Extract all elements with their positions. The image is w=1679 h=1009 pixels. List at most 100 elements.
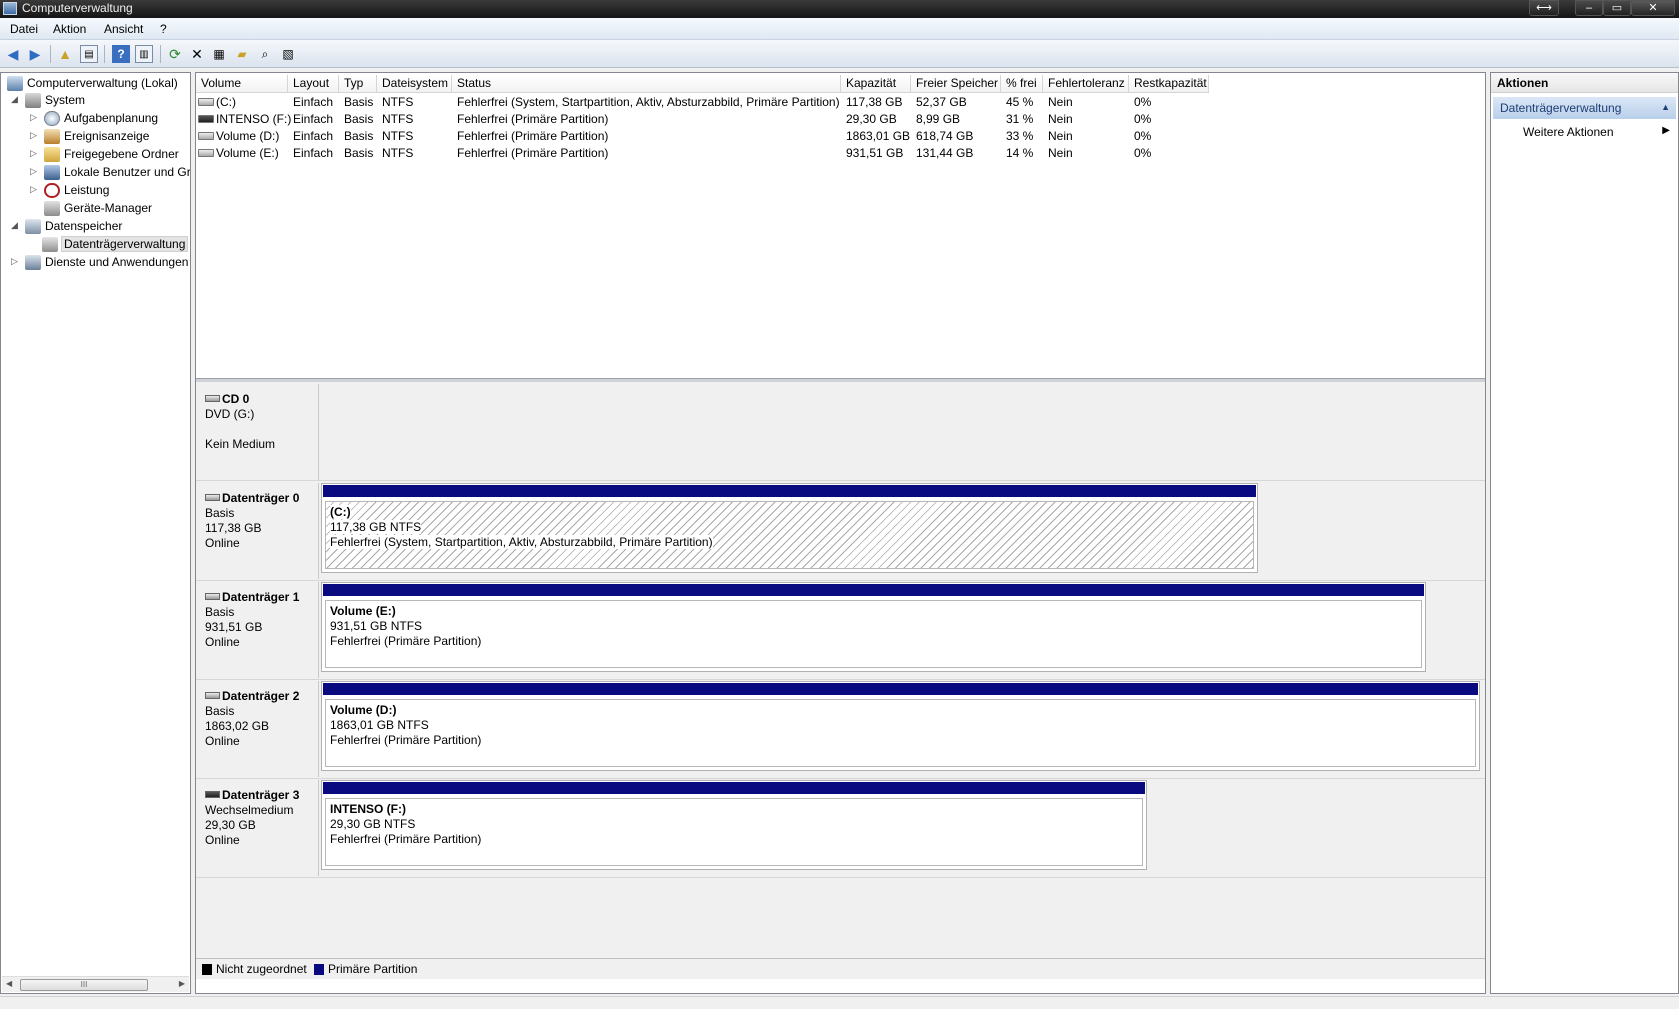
expand-arrow-icon[interactable]: ▷ bbox=[30, 166, 40, 177]
menu-datei[interactable]: Datei bbox=[10, 22, 38, 36]
column-header-fehlertoleranz[interactable]: Fehlertoleranz bbox=[1043, 75, 1129, 93]
removable-drive-icon bbox=[198, 115, 214, 123]
clock-icon bbox=[44, 111, 60, 126]
layout-cell: Einfach bbox=[293, 129, 334, 143]
scroll-left-icon[interactable]: ◀ bbox=[6, 979, 12, 988]
properties-icon[interactable]: ▦ bbox=[210, 45, 228, 63]
collapse-arrow-icon[interactable]: ◢ bbox=[11, 220, 21, 231]
expand-arrow-icon[interactable]: ▷ bbox=[11, 256, 21, 267]
actions-pane: Aktionen Datenträgerverwaltung ▲ Weitere… bbox=[1490, 72, 1679, 994]
collapse-arrow-icon[interactable]: ◢ bbox=[11, 94, 21, 105]
menu-ansicht[interactable]: Ansicht bbox=[104, 22, 143, 36]
maximize-button[interactable]: ▭ bbox=[1603, 0, 1631, 16]
free-space-cell: 131,44 GB bbox=[916, 146, 974, 160]
show-hide-action-pane-icon[interactable]: ▥ bbox=[135, 45, 153, 63]
column-header-dateisystem[interactable]: Dateisystem bbox=[377, 75, 452, 93]
primary-partition-bar bbox=[323, 782, 1145, 794]
menu-help[interactable]: ? bbox=[160, 22, 167, 36]
disk-graphical-view: CD 0 DVD (G:) Kein Medium Datenträger 0 … bbox=[196, 382, 1485, 958]
partition-e[interactable]: Volume (E:) 931,51 GB NTFS Fehlerfrei (P… bbox=[321, 582, 1426, 672]
overhead-cell: 0% bbox=[1134, 95, 1152, 109]
partition-c[interactable]: (C:) 117,38 GB NTFS Fehlerfrei (System, … bbox=[321, 483, 1258, 573]
expand-arrow-icon[interactable]: ▷ bbox=[30, 184, 40, 195]
legend-swatch-primary bbox=[314, 964, 324, 975]
menu-aktion[interactable]: Aktion bbox=[53, 22, 86, 36]
refresh-icon[interactable]: ⟳ bbox=[166, 45, 184, 63]
scroll-right-icon[interactable]: ▶ bbox=[179, 979, 185, 988]
swap-window-button[interactable]: ⟷ bbox=[1529, 0, 1559, 16]
percent-free-cell: 31 % bbox=[1006, 112, 1034, 126]
services-icon bbox=[25, 255, 41, 270]
type-cell: Basis bbox=[344, 112, 374, 126]
settings-list-icon[interactable]: ▧ bbox=[279, 45, 297, 63]
column-header-prozent-frei[interactable]: % frei bbox=[1001, 75, 1043, 93]
expand-arrow-icon[interactable]: ▷ bbox=[30, 130, 40, 141]
type-cell: Basis bbox=[344, 95, 374, 109]
disk-label[interactable]: Datenträger 0 Basis 117,38 GB Online bbox=[196, 483, 319, 579]
hard-disk-icon bbox=[205, 692, 220, 699]
disk-row-3[interactable]: Datenträger 3 Wechselmedium 29,30 GB Onl… bbox=[196, 780, 1485, 876]
disk-label[interactable]: Datenträger 1 Basis 931,51 GB Online bbox=[196, 582, 319, 678]
column-header-layout[interactable]: Layout bbox=[288, 75, 339, 93]
close-button[interactable]: ✕ bbox=[1631, 0, 1675, 16]
help-icon[interactable]: ? bbox=[112, 45, 130, 63]
actions-title: Aktionen bbox=[1491, 73, 1678, 93]
primary-partition-bar bbox=[323, 584, 1424, 596]
hard-drive-icon bbox=[198, 132, 214, 140]
delete-icon[interactable]: ✕ bbox=[188, 45, 206, 63]
show-hide-tree-icon[interactable]: ▤ bbox=[80, 45, 98, 63]
title-bar: Computerverwaltung ⟷ – ▭ ✕ bbox=[0, 0, 1679, 18]
submenu-arrow-icon[interactable]: ▶ bbox=[1662, 125, 1670, 136]
primary-partition-bar bbox=[323, 683, 1478, 695]
row-separator bbox=[196, 679, 1485, 680]
collapse-up-icon[interactable]: ▲ bbox=[1661, 102, 1670, 112]
back-arrow-icon[interactable]: ◀ bbox=[4, 45, 22, 63]
free-space-cell: 8,99 GB bbox=[916, 112, 961, 126]
status-cell: Fehlerfrei (Primäre Partition) bbox=[457, 146, 609, 160]
horizontal-scrollbar[interactable]: ◀ III ▶ bbox=[2, 976, 189, 992]
partition-f[interactable]: INTENSO (F:) 29,30 GB NTFS Fehlerfrei (P… bbox=[321, 780, 1147, 870]
disk-row-2[interactable]: Datenträger 2 Basis 1863,02 GB Online Vo… bbox=[196, 681, 1485, 777]
more-actions-item[interactable]: Weitere Aktionen bbox=[1523, 125, 1614, 139]
row-separator bbox=[196, 580, 1485, 581]
column-header-volume[interactable]: Volume bbox=[196, 75, 288, 93]
free-space-cell: 618,74 GB bbox=[916, 129, 974, 143]
expand-arrow-icon[interactable]: ▷ bbox=[30, 148, 40, 159]
volume-list: Volume Layout Typ Dateisystem Status Kap… bbox=[196, 73, 1485, 378]
disk-row-cd0[interactable]: CD 0 DVD (G:) Kein Medium bbox=[196, 384, 1485, 480]
column-header-kapazitaet[interactable]: Kapazität bbox=[841, 75, 911, 93]
legend-swatch-unallocated bbox=[202, 964, 212, 975]
fault-tolerance-cell: Nein bbox=[1048, 146, 1073, 160]
status-cell: Fehlerfrei (Primäre Partition) bbox=[457, 112, 609, 126]
column-header-typ[interactable]: Typ bbox=[339, 75, 377, 93]
column-header-restkapazitaet[interactable]: Restkapazität bbox=[1129, 75, 1209, 93]
scrollbar-thumb[interactable]: III bbox=[20, 979, 148, 991]
column-header-status[interactable]: Status bbox=[452, 75, 841, 93]
legend: Nicht zugeordnet Primäre Partition bbox=[196, 958, 1485, 979]
column-header-freier-speicher[interactable]: Freier Speicher bbox=[911, 75, 1001, 93]
disk-label[interactable]: Datenträger 3 Wechselmedium 29,30 GB Onl… bbox=[196, 780, 319, 876]
filesystem-cell: NTFS bbox=[382, 146, 414, 160]
type-cell: Basis bbox=[344, 146, 374, 160]
disk-label[interactable]: CD 0 DVD (G:) Kein Medium bbox=[196, 384, 319, 480]
toolbar-separator bbox=[104, 45, 105, 63]
up-folder-icon[interactable]: ▲ bbox=[56, 45, 74, 63]
expand-arrow-icon[interactable]: ▷ bbox=[30, 112, 40, 123]
status-cell: Fehlerfrei (Primäre Partition) bbox=[457, 129, 609, 143]
status-bar bbox=[0, 996, 1679, 1009]
window-title: Computerverwaltung bbox=[22, 1, 133, 15]
actions-section-header[interactable]: Datenträgerverwaltung ▲ bbox=[1493, 97, 1676, 119]
search-icon[interactable]: ⌕ bbox=[256, 45, 274, 63]
filesystem-cell: NTFS bbox=[382, 112, 414, 126]
minimize-button[interactable]: – bbox=[1575, 0, 1603, 16]
disk-row-0[interactable]: Datenträger 0 Basis 117,38 GB Online (C:… bbox=[196, 483, 1485, 579]
status-cell: Fehlerfrei (System, Startpartition, Akti… bbox=[457, 95, 840, 109]
overhead-cell: 0% bbox=[1134, 129, 1152, 143]
forward-arrow-icon[interactable]: ▶ bbox=[26, 45, 44, 63]
capacity-cell: 117,38 GB bbox=[846, 95, 903, 109]
partition-d[interactable]: Volume (D:) 1863,01 GB NTFS Fehlerfrei (… bbox=[321, 681, 1480, 771]
disk-label[interactable]: Datenträger 2 Basis 1863,02 GB Online bbox=[196, 681, 319, 777]
open-folder-icon[interactable]: ▰ bbox=[233, 45, 251, 63]
disk-row-1[interactable]: Datenträger 1 Basis 931,51 GB Online Vol… bbox=[196, 582, 1485, 678]
storage-icon bbox=[25, 219, 41, 234]
